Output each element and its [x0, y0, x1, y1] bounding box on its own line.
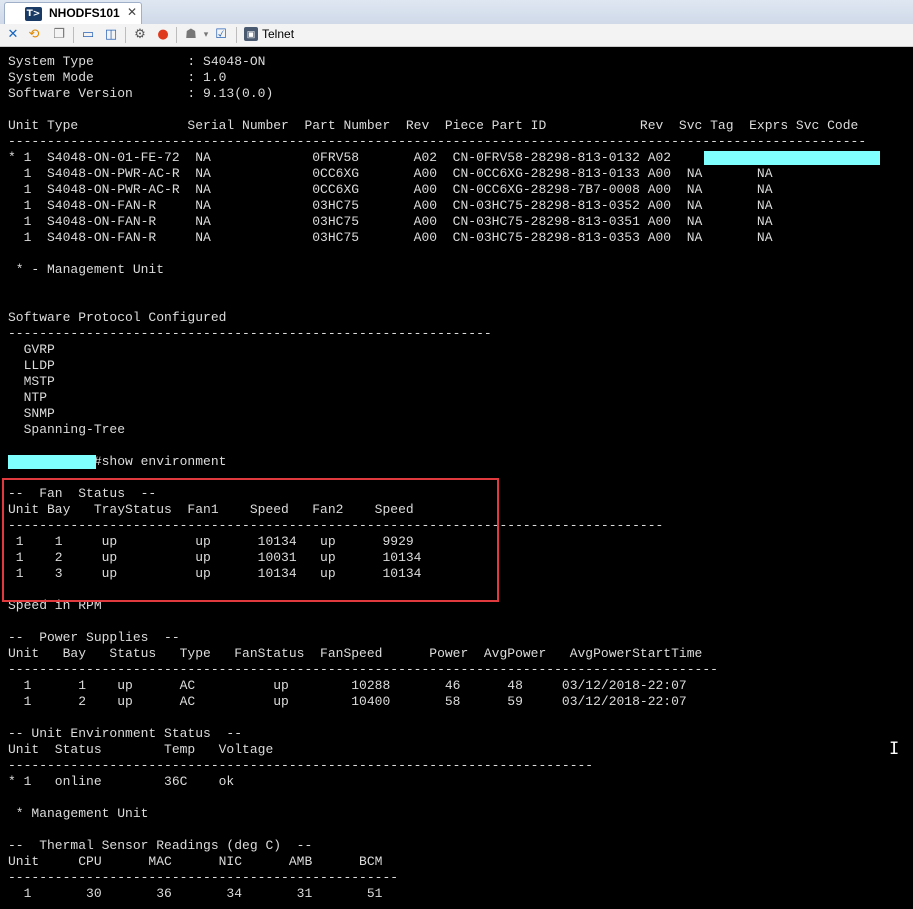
close-x-icon[interactable]: ✕ [5, 27, 21, 43]
terminal-line: -- Thermal Sensor Readings (deg C) -- [8, 838, 313, 853]
terminal-line: SNMP [8, 406, 55, 421]
fan-status-highlight-box [2, 478, 499, 602]
session-tab[interactable]: T> NHODFS101 ✕ [4, 2, 142, 24]
toolbar-separator [125, 27, 126, 43]
terminal-line: 1 S4048-ON-PWR-AC-R NA 0CC6XG A00 CN-0CC… [8, 182, 773, 197]
terminal-line: 1 1 up AC up 10288 46 48 03/12/2018-22:0… [8, 678, 687, 693]
terminal-line: -- Unit Environment Status -- [8, 726, 243, 741]
redacted-svc-tag [704, 151, 880, 165]
toolbar-separator [73, 27, 74, 43]
terminal-line: Software Version : 9.13(0.0) [8, 86, 274, 101]
terminal-line: 1 S4048-ON-FAN-R NA 03HC75 A00 CN-03HC75… [8, 214, 773, 229]
terminal-line: System Type : S4048-ON [8, 54, 266, 69]
toolbar: ✕ ⟲ ❐ ▭ ◫ ⚙ ● ☗ ▾ ☑ ▣ Telnet [0, 24, 913, 47]
user-icon[interactable]: ☗ [183, 27, 199, 43]
split-window-icon[interactable]: ◫ [103, 27, 119, 43]
telnet-label[interactable]: Telnet [262, 27, 294, 41]
terminal-line: 1 S4048-ON-FAN-R NA 03HC75 A00 CN-03HC75… [8, 198, 773, 213]
terminal-output[interactable]: System Type : S4048-ON System Mode : 1.0 S… [0, 47, 913, 909]
terminal-line: 1 S4048-ON-PWR-AC-R NA 0CC6XG A00 CN-0CC… [8, 166, 773, 181]
terminal-line: NTP [8, 390, 48, 405]
terminal-line: MSTP [8, 374, 55, 389]
copy-icon[interactable]: ❐ [51, 27, 67, 43]
toolbar-separator [236, 27, 237, 43]
terminal-app-icon: T> [25, 7, 42, 21]
telnet-icon[interactable]: ▣ [244, 27, 258, 41]
terminal-line: ----------------------------------------… [8, 870, 399, 885]
chevron-down-icon[interactable]: ▾ [198, 27, 214, 43]
plugin-icon[interactable]: ⚙ [132, 27, 148, 43]
record-icon[interactable]: ● [155, 27, 171, 43]
window-icon[interactable]: ▭ [80, 27, 96, 43]
toolbar-separator [176, 27, 177, 43]
terminal-line: System Mode : 1.0 [8, 70, 227, 85]
redacted-hostname [8, 455, 96, 469]
terminal-line: ----------------------------------------… [8, 662, 718, 677]
session-tab-title: NHODFS101 [49, 6, 120, 20]
terminal-line: Unit CPU MAC NIC AMB BCM [8, 854, 383, 869]
terminal-line: GVRP [8, 342, 55, 357]
terminal-line: 1 30 36 34 31 51 [8, 886, 383, 901]
terminal-line: * 1 S4048-ON-01-FE-72 NA 0FRV58 A02 CN-0… [8, 150, 672, 165]
text-cursor-icon: I [889, 739, 900, 759]
terminal-line: * - Management Unit [8, 262, 165, 277]
terminal-line: 1 S4048-ON-FAN-R NA 03HC75 A00 CN-03HC75… [8, 230, 773, 245]
terminal-line: ----------------------------------------… [8, 326, 492, 341]
terminal-line: Unit Bay Status Type FanStatus FanSpeed … [8, 646, 703, 661]
terminal-line: Unit Type Serial Number Part Number Rev … [8, 118, 859, 133]
close-tab-icon[interactable]: ✕ [127, 5, 137, 19]
terminal-line: * 1 online 36C ok [8, 774, 235, 789]
terminal-line: 1 2 up AC up 10400 58 59 03/12/2018-22:0… [8, 694, 687, 709]
tab-bar: T> NHODFS101 ✕ [0, 0, 913, 25]
checklist-icon[interactable]: ☑ [213, 27, 229, 43]
terminal-line: Software Protocol Configured [8, 310, 227, 325]
terminal-line: Spanning-Tree [8, 422, 126, 437]
reconnect-icon[interactable]: ⟲ [26, 27, 42, 43]
terminal-line: -- Power Supplies -- [8, 630, 180, 645]
terminal-line: ----------------------------------------… [8, 134, 867, 149]
terminal-line: LLDP [8, 358, 55, 373]
terminal-line: ----------------------------------------… [8, 758, 594, 773]
terminal-line: Unit Status Temp Voltage [8, 742, 274, 757]
terminal-line: * Management Unit [8, 806, 149, 821]
